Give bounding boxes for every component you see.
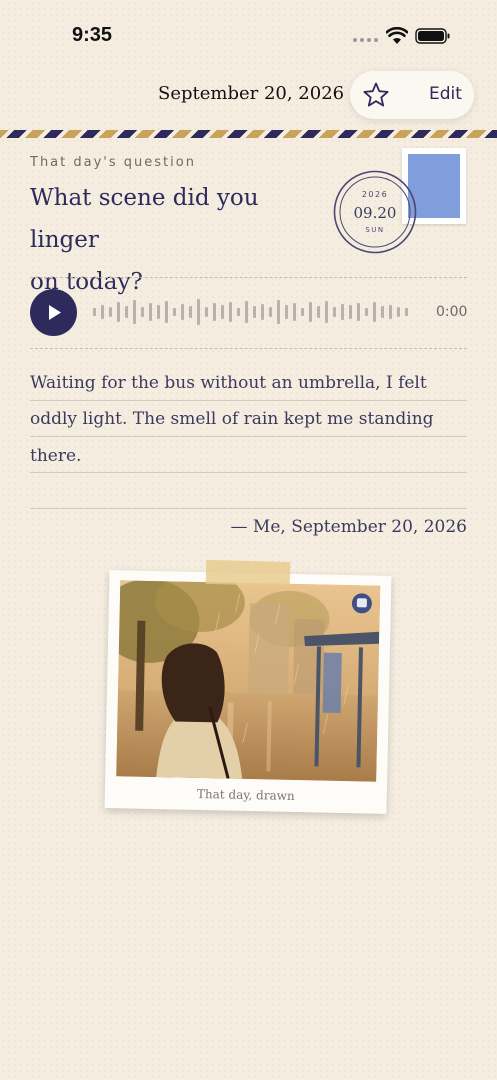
- waveform-bar: [301, 308, 304, 316]
- postmark-weekday: SUN: [365, 226, 384, 234]
- waveform-bar: [245, 301, 248, 323]
- ruled-line: [30, 436, 467, 437]
- polaroid-photo[interactable]: That day, drawn: [104, 570, 392, 814]
- status-time: 9:35: [72, 24, 113, 46]
- waveform-bar: [277, 300, 280, 324]
- divider: [30, 348, 467, 349]
- header-action-pill: Edit: [350, 71, 474, 119]
- waveform-bar: [93, 308, 96, 316]
- waveform-bar: [157, 305, 160, 319]
- star-icon[interactable]: [362, 81, 390, 109]
- waveform-bar: [285, 305, 288, 319]
- waveform-bar: [317, 306, 320, 318]
- waveform-bar: [381, 306, 384, 318]
- photo-caption: That day, drawn: [196, 786, 295, 803]
- waveform-bar: [357, 303, 360, 321]
- waveform-bar: [373, 302, 376, 322]
- masking-tape: [205, 559, 291, 587]
- ruled-line: [30, 508, 467, 509]
- waveform-bar: [141, 307, 144, 317]
- waveform-bar: [205, 307, 208, 317]
- waveform-bar: [189, 306, 192, 318]
- waveform-bar: [133, 300, 136, 324]
- divider: [30, 277, 467, 278]
- entry-line: oddly light. The smell of rain kept me s…: [30, 409, 434, 429]
- waveform-bar: [325, 301, 328, 323]
- waveform-bar: [341, 304, 344, 320]
- postmark-year: 2026: [362, 190, 388, 199]
- wifi-icon: [386, 27, 408, 44]
- waveform-bar: [181, 304, 184, 320]
- ruled-line: [30, 472, 467, 473]
- rainy-bus-stop-illustration: [116, 580, 381, 782]
- waveform-bar: [293, 303, 296, 321]
- play-icon: [49, 305, 61, 320]
- postmark: 2026 09.20 SUN: [333, 170, 417, 254]
- waveform-bar: [309, 302, 312, 322]
- question-text: What scene did you linger on today?: [30, 177, 330, 303]
- question-label: That day's question: [30, 155, 196, 170]
- play-button[interactable]: [30, 289, 77, 336]
- ruled-line: [30, 400, 467, 401]
- battery-icon: [415, 28, 450, 44]
- waveform-bar: [197, 299, 200, 325]
- waveform-bar: [213, 303, 216, 321]
- waveform-bar: [165, 301, 168, 323]
- waveform-bar: [229, 302, 232, 322]
- waveform-bar: [149, 303, 152, 321]
- waveform-bar: [109, 307, 112, 317]
- waveform-bar: [221, 305, 224, 319]
- entry-line: Waiting for the bus without an umbrella,…: [30, 373, 427, 393]
- waveform-bar: [253, 306, 256, 318]
- airmail-stripe: [0, 130, 497, 138]
- waveform-bar: [269, 307, 272, 317]
- status-bar: 9:35: [0, 0, 497, 70]
- waveform-bar: [117, 302, 120, 322]
- waveform-bar: [237, 308, 240, 316]
- waveform-bar: [389, 305, 392, 319]
- page-title-date: September 20, 2026: [158, 83, 345, 104]
- audio-duration: 0:00: [436, 304, 468, 320]
- waveform-bar: [101, 305, 104, 319]
- waveform-bar: [365, 308, 368, 316]
- waveform-bar: [397, 307, 400, 317]
- entry-signature: — Me, September 20, 2026: [230, 517, 467, 537]
- waveform-bar: [125, 306, 128, 318]
- question-line: What scene did you linger: [30, 185, 259, 253]
- waveform-bar: [405, 308, 408, 316]
- edit-button[interactable]: Edit: [429, 84, 462, 104]
- postmark-date: 09.20: [354, 204, 397, 222]
- waveform-bar: [333, 307, 336, 317]
- cellular-signal-icon: [353, 38, 378, 42]
- waveform-bar: [173, 308, 176, 316]
- waveform-bar: [261, 304, 264, 320]
- drawn-photo: [116, 580, 381, 782]
- entry-line: there.: [30, 446, 82, 466]
- waveform-bar: [349, 305, 352, 319]
